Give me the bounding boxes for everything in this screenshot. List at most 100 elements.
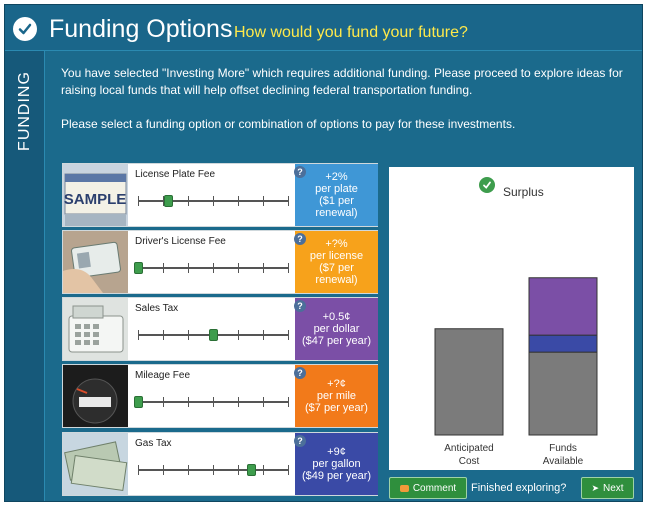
cash-register-image	[63, 298, 128, 360]
option-per: per gallon	[312, 458, 361, 470]
category-label: Funds Available	[543, 443, 584, 467]
option-detail: ($1 per renewal)	[315, 195, 358, 219]
slider-tick	[263, 263, 264, 273]
option-slider[interactable]	[138, 463, 289, 477]
option-amount: +0.5¢	[322, 311, 351, 323]
slider-handle[interactable]	[164, 195, 173, 207]
comment-label: Comment	[412, 482, 457, 494]
help-icon[interactable]: ?	[294, 435, 306, 447]
slider-tick	[238, 263, 239, 273]
intro-paragraph: You have selected "Investing More" which…	[61, 66, 623, 97]
surplus-check-icon	[479, 177, 495, 193]
slider-tick	[238, 397, 239, 407]
option-sales-tax[interactable]: Sales Tax +0.5¢ per dollar ($47 per year…	[62, 297, 378, 361]
slider-tick	[163, 465, 164, 475]
option-amount-box: +9¢ per gallon ($49 per year)	[295, 433, 378, 495]
option-name: Driver's License Fee	[135, 236, 226, 247]
slider-tick	[213, 196, 214, 206]
license-plate-image: SAMPLE	[63, 164, 128, 226]
help-icon[interactable]: ?	[294, 300, 306, 312]
slider-tick	[263, 330, 264, 340]
slider-handle[interactable]	[134, 262, 143, 274]
option-slider[interactable]	[138, 194, 289, 208]
slider-tick	[213, 465, 214, 475]
header: Funding Options How would you fund your …	[5, 5, 642, 51]
page-title: Funding Options	[49, 15, 233, 43]
help-icon[interactable]: ?	[294, 166, 306, 178]
category-label-line: Anticipated	[444, 443, 493, 454]
option-per: per dollar	[313, 323, 360, 335]
bar-funds-available-segment-2	[528, 277, 598, 336]
sidebar: FUNDING	[5, 51, 45, 501]
option-amount-box: +?¢ per mile ($7 per year)	[295, 365, 378, 427]
option-slider[interactable]	[134, 261, 289, 275]
funding-chart: Anticipated Cost Funds Available	[434, 277, 598, 467]
sidebar-label: FUNDING	[16, 71, 33, 151]
option-drivers-license-fee[interactable]: Driver's License Fee +?% per license ($7…	[62, 230, 378, 294]
option-per: per mile	[316, 390, 357, 402]
option-amount-box: +0.5¢ per dollar ($47 per year)	[295, 298, 378, 360]
slider-tick	[288, 330, 289, 340]
arrow-right-icon: ➤	[591, 482, 599, 493]
option-amount-box: +?% per license ($7 per renewal)	[295, 231, 378, 293]
option-amount: +9¢	[327, 446, 346, 458]
category-label-line: Available	[543, 456, 584, 467]
option-license-plate-fee[interactable]: SAMPLE License Plate Fee +2% per plate (…	[62, 163, 378, 227]
slider-tick	[188, 465, 189, 475]
slider-tick	[138, 196, 139, 206]
option-slider[interactable]	[134, 395, 289, 409]
slider-handle[interactable]	[246, 464, 256, 476]
slider-tick	[288, 196, 289, 206]
option-amount-box: +2% per plate ($1 per renewal)	[295, 164, 378, 226]
finished-exploring-label: Finished exploring?	[471, 482, 567, 494]
intro-text: You have selected "Investing More" which…	[61, 65, 631, 133]
option-amount: +?¢	[327, 378, 346, 390]
slider-tick	[263, 196, 264, 206]
option-amount: +2%	[325, 171, 348, 183]
plate-text: SAMPLE	[64, 191, 127, 208]
next-label: Next	[602, 482, 624, 494]
slider-tick	[163, 330, 164, 340]
option-name: License Plate Fee	[135, 169, 216, 180]
check-icon	[13, 17, 37, 41]
option-detail: ($47 per year)	[301, 335, 372, 347]
comment-icon	[399, 484, 409, 492]
option-detail: ($7 per year)	[305, 402, 368, 414]
money-image	[63, 433, 128, 495]
slider-tick	[138, 330, 139, 340]
slider-tick	[163, 397, 164, 407]
next-button[interactable]: ➤ Next	[581, 477, 634, 499]
help-icon[interactable]: ?	[294, 367, 306, 379]
help-icon[interactable]: ?	[294, 233, 306, 245]
slider-tick	[263, 465, 264, 475]
slider-handle[interactable]	[134, 396, 143, 408]
category-label-line: Funds	[549, 443, 577, 454]
slider-tick	[238, 330, 239, 340]
category-label: Anticipated Cost	[444, 443, 493, 467]
slider-tick	[188, 196, 189, 206]
slider-tick	[188, 330, 189, 340]
option-per: per license	[309, 250, 364, 262]
category-label-line: Cost	[459, 456, 480, 467]
option-per: per plate	[315, 183, 358, 195]
option-gas-tax[interactable]: Gas Tax +9¢ per gallon ($49 per year) ?	[62, 432, 378, 496]
bar-funds-available-segment-0	[528, 351, 598, 436]
option-mileage-fee[interactable]: Mileage Fee +?¢ per mile ($7 per year) ?	[62, 364, 378, 428]
slider-tick	[288, 263, 289, 273]
comment-button[interactable]: Comment	[389, 477, 467, 499]
slider-tick	[213, 397, 214, 407]
option-name: Sales Tax	[135, 303, 179, 314]
slider-handle[interactable]	[209, 329, 218, 341]
page-subtitle: How would you fund your future?	[234, 24, 468, 41]
app-frame: Funding Options How would you fund your …	[4, 4, 643, 502]
option-slider[interactable]	[138, 328, 289, 342]
slider-tick	[188, 397, 189, 407]
slider-tick	[263, 397, 264, 407]
slider-tick	[288, 397, 289, 407]
bar-funds-available-segment-1	[528, 334, 598, 353]
slider-tick	[138, 465, 139, 475]
slider-tick	[213, 263, 214, 273]
slider-tick	[288, 465, 289, 475]
option-amount: +?%	[325, 238, 348, 250]
option-detail: ($7 per renewal)	[315, 262, 358, 286]
